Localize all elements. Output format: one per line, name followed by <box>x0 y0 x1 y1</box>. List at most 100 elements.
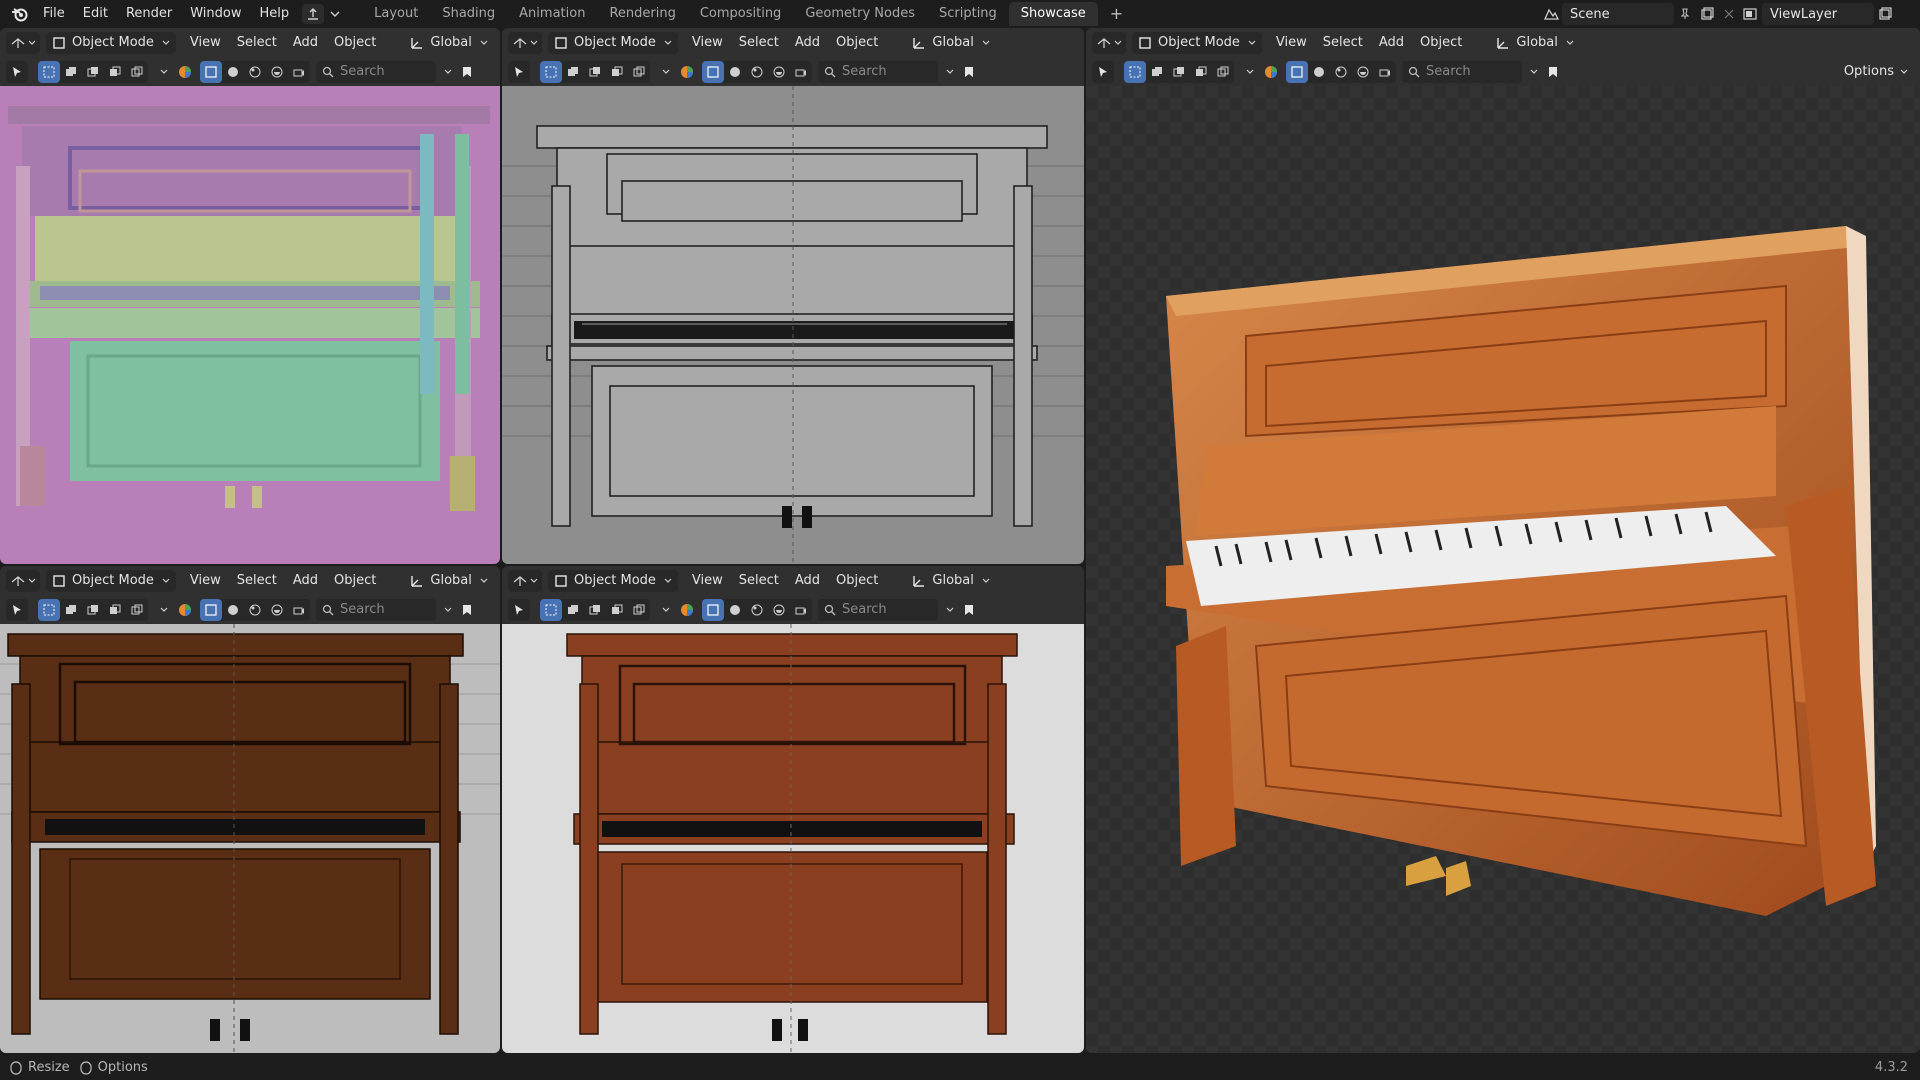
wireframe-shading-icon[interactable] <box>200 60 222 83</box>
select-subtract-icon[interactable] <box>584 61 606 83</box>
viewport-wireframe[interactable]: Object Mode View Select Add Object Globa… <box>502 28 1084 564</box>
tab-showcase[interactable]: Showcase <box>1008 2 1098 26</box>
blender-logo-icon[interactable] <box>6 0 34 28</box>
viewport-solid[interactable]: Object Mode View Select Add Object Globa… <box>0 28 500 564</box>
select-extend-icon[interactable] <box>1146 61 1168 83</box>
bookmark-icon[interactable] <box>958 61 980 83</box>
new-view-layer-icon[interactable] <box>1874 3 1896 25</box>
editor-type-button[interactable] <box>508 569 542 592</box>
select-tool-icon[interactable] <box>508 60 530 83</box>
menu-render[interactable]: Render <box>117 0 181 28</box>
chevron-down-icon[interactable] <box>160 607 168 613</box>
select-intersect-icon[interactable] <box>1212 61 1234 83</box>
tab-animation[interactable]: Animation <box>507 2 597 26</box>
chevron-down-icon[interactable] <box>444 69 452 75</box>
new-scene-icon[interactable] <box>1696 3 1718 25</box>
wireframe-shading-icon[interactable] <box>200 598 222 621</box>
chevron-down-icon[interactable] <box>160 69 168 75</box>
tab-compositing[interactable]: Compositing <box>688 2 794 26</box>
wireframe-shading-icon[interactable] <box>702 60 724 83</box>
search-input[interactable]: Search <box>316 598 436 621</box>
material-shading-icon[interactable] <box>244 61 266 83</box>
select-intersect-icon[interactable] <box>126 61 148 83</box>
orientation-dropdown[interactable]: Global <box>906 570 995 592</box>
orientation-dropdown[interactable]: Global <box>1490 32 1579 54</box>
search-input[interactable]: Search <box>1402 60 1522 83</box>
mode-dropdown[interactable]: Object Mode <box>46 569 176 592</box>
menu-file[interactable]: File <box>34 0 74 28</box>
menu-view[interactable]: View <box>684 573 731 588</box>
camera-icon[interactable] <box>288 599 310 621</box>
bookmark-icon[interactable] <box>1542 61 1564 83</box>
menu-help[interactable]: Help <box>251 0 299 28</box>
orientation-dropdown[interactable]: Global <box>404 570 493 592</box>
upload-icon[interactable] <box>302 4 325 24</box>
material-shading-icon[interactable] <box>746 61 768 83</box>
menu-object[interactable]: Object <box>326 573 384 588</box>
menu-object[interactable]: Object <box>828 35 886 50</box>
select-subtract-icon[interactable] <box>82 599 104 621</box>
color-wheel-icon[interactable] <box>676 599 698 621</box>
bookmark-icon[interactable] <box>456 599 478 621</box>
tab-geometry-nodes[interactable]: Geometry Nodes <box>793 2 927 26</box>
chevron-down-icon[interactable] <box>946 69 954 75</box>
menu-object[interactable]: Object <box>1412 35 1470 50</box>
menu-object[interactable]: Object <box>828 573 886 588</box>
menu-add[interactable]: Add <box>285 573 326 588</box>
viewport-canvas[interactable] <box>502 624 1084 1053</box>
wireframe-shading-icon[interactable] <box>702 598 724 621</box>
orientation-dropdown[interactable]: Global <box>404 32 493 54</box>
solid-shading-icon[interactable] <box>1308 61 1330 83</box>
rendered-shading-icon[interactable] <box>266 61 288 83</box>
search-input[interactable]: Search <box>316 60 436 83</box>
menu-view[interactable]: View <box>182 573 229 588</box>
viewport-canvas[interactable] <box>0 86 500 564</box>
viewport-canvas[interactable] <box>502 86 1084 564</box>
menu-add[interactable]: Add <box>787 35 828 50</box>
select-subtract-icon[interactable] <box>82 61 104 83</box>
tab-shading[interactable]: Shading <box>430 2 507 26</box>
menu-add[interactable]: Add <box>787 573 828 588</box>
menu-window[interactable]: Window <box>181 0 250 28</box>
rendered-shading-icon[interactable] <box>1352 61 1374 83</box>
camera-icon[interactable] <box>1374 61 1396 83</box>
solid-shading-icon[interactable] <box>724 599 746 621</box>
orientation-dropdown[interactable]: Global <box>906 32 995 54</box>
chevron-down-icon[interactable] <box>662 69 670 75</box>
scene-name-field[interactable]: Scene <box>1562 3 1674 25</box>
select-new-icon[interactable] <box>1124 60 1146 83</box>
solid-shading-icon[interactable] <box>724 61 746 83</box>
material-shading-icon[interactable] <box>1330 61 1352 83</box>
menu-view[interactable]: View <box>182 35 229 50</box>
select-extend-icon[interactable] <box>562 61 584 83</box>
select-intersect-icon[interactable] <box>126 599 148 621</box>
chevron-down-icon[interactable] <box>1530 69 1538 75</box>
viewport-rendered[interactable]: Object Mode View Select Add Object Globa… <box>1086 28 1920 1053</box>
select-extend-icon[interactable] <box>562 599 584 621</box>
select-new-icon[interactable] <box>38 60 60 83</box>
rendered-shading-icon[interactable] <box>266 599 288 621</box>
mode-dropdown[interactable]: Object Mode <box>1132 31 1262 54</box>
select-invert-icon[interactable] <box>606 61 628 83</box>
tab-layout[interactable]: Layout <box>362 2 430 26</box>
viewport-textured-wire[interactable]: Object Mode View Select Add Object Globa… <box>0 566 500 1053</box>
viewport-textured-light[interactable]: Object Mode View Select Add Object Globa… <box>502 566 1084 1053</box>
search-input[interactable]: Search <box>818 598 938 621</box>
color-wheel-icon[interactable] <box>676 61 698 83</box>
menu-view[interactable]: View <box>684 35 731 50</box>
menu-select[interactable]: Select <box>229 573 285 588</box>
wireframe-shading-icon[interactable] <box>1286 60 1308 83</box>
chevron-down-icon[interactable] <box>662 607 670 613</box>
select-intersect-icon[interactable] <box>628 599 650 621</box>
mode-dropdown[interactable]: Object Mode <box>548 569 678 592</box>
select-tool-icon[interactable] <box>508 598 530 621</box>
editor-type-button[interactable] <box>508 31 542 54</box>
color-wheel-icon[interactable] <box>1260 61 1282 83</box>
menu-add[interactable]: Add <box>285 35 326 50</box>
chevron-down-icon[interactable] <box>946 607 954 613</box>
viewport-canvas[interactable] <box>0 624 500 1053</box>
solid-shading-icon[interactable] <box>222 599 244 621</box>
select-new-icon[interactable] <box>38 598 60 621</box>
chevron-down-icon[interactable] <box>330 10 340 18</box>
delete-scene-icon[interactable] <box>1718 3 1740 25</box>
